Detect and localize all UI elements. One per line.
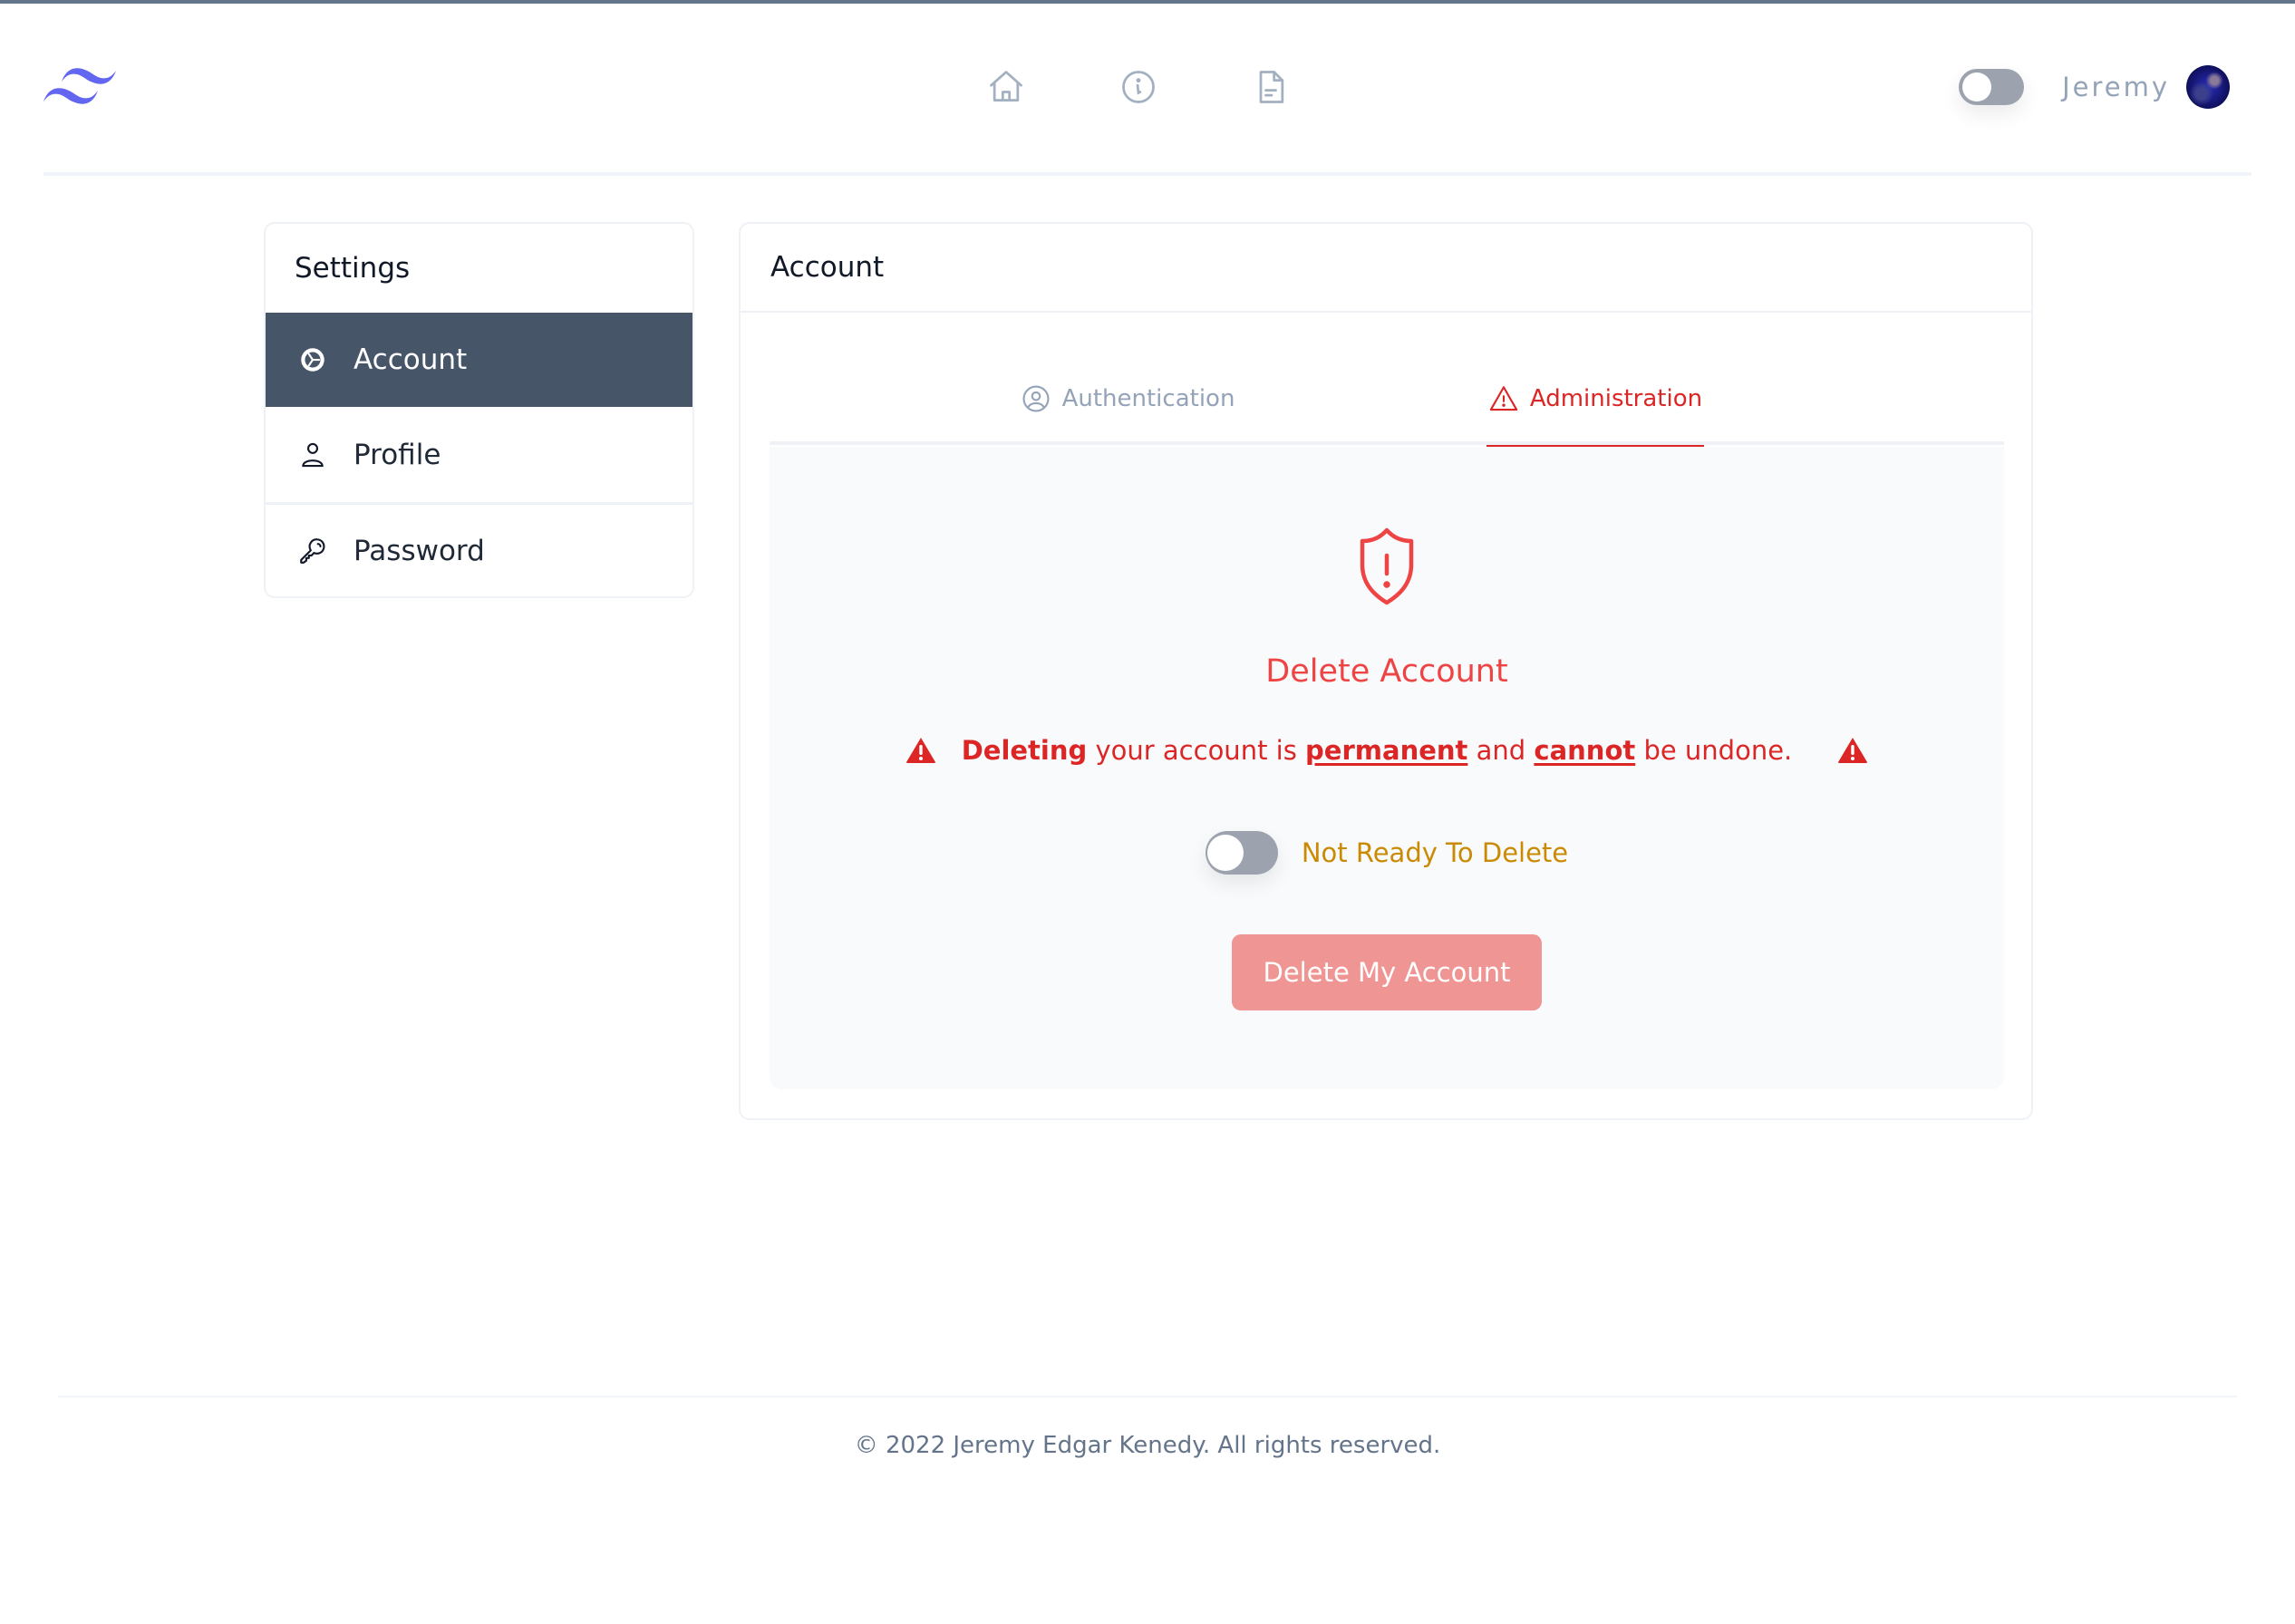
tab-label: Administration bbox=[1529, 385, 1703, 412]
warning-triangle-icon bbox=[905, 738, 935, 763]
sidebar-item-label: Password bbox=[353, 535, 485, 567]
theme-toggle[interactable] bbox=[1959, 69, 2025, 105]
key-icon bbox=[300, 538, 325, 564]
sidebar-item-password[interactable]: Password bbox=[266, 502, 692, 596]
username[interactable]: Jeremy bbox=[2062, 72, 2170, 102]
warning-strong: Deleting bbox=[961, 735, 1088, 766]
administration-panel: Delete Account Deleting your account is … bbox=[770, 447, 2004, 1089]
warning-icon bbox=[1489, 386, 1518, 411]
info-icon[interactable] bbox=[1118, 67, 1158, 107]
user-circle-icon bbox=[1022, 385, 1050, 412]
confirm-row: Not Ready To Delete bbox=[770, 831, 2004, 875]
warning-emphasis: cannot bbox=[1534, 735, 1636, 766]
warning-part: be undone. bbox=[1635, 735, 1793, 766]
shield-exclamation-icon bbox=[1360, 527, 1414, 605]
warning-triangle-icon bbox=[1838, 738, 1868, 763]
warning-part: and bbox=[1467, 735, 1535, 766]
sidebar-item-label: Account bbox=[353, 343, 468, 376]
tab-bar: Authentication Administration bbox=[770, 353, 2004, 449]
main-nav bbox=[986, 67, 1291, 107]
user-area: Jeremy bbox=[1959, 65, 2230, 109]
gear-icon bbox=[301, 348, 324, 372]
document-icon[interactable] bbox=[1251, 67, 1291, 107]
delete-my-account-button[interactable]: Delete My Account bbox=[1232, 934, 1542, 1010]
sidebar-item-account[interactable]: Account bbox=[266, 313, 692, 407]
account-card: Account Authentication Administration De… bbox=[739, 222, 2033, 1120]
home-icon[interactable] bbox=[986, 67, 1026, 107]
footer-divider bbox=[58, 1396, 2237, 1397]
warning-emphasis: permanent bbox=[1305, 735, 1468, 766]
user-icon bbox=[302, 442, 324, 467]
toggle-knob bbox=[1206, 835, 1244, 871]
warning-text: Deleting your account is permanent and c… bbox=[962, 735, 1793, 766]
settings-sidebar: Settings Account Profile Password bbox=[264, 222, 694, 598]
toggle-knob bbox=[1962, 72, 1992, 102]
avatar[interactable] bbox=[2186, 65, 2230, 109]
sidebar-item-profile[interactable]: Profile bbox=[266, 407, 692, 502]
header: Jeremy bbox=[44, 4, 2251, 176]
tab-administration[interactable]: Administration bbox=[1486, 353, 1704, 449]
delete-warning: Deleting your account is permanent and c… bbox=[770, 735, 2004, 766]
delete-account-heading: Delete Account bbox=[1265, 653, 1508, 690]
footer-copyright: © 2022 Jeremy Edgar Kenedy. All rights r… bbox=[854, 1432, 1441, 1459]
tab-authentication[interactable]: Authentication bbox=[1014, 353, 1241, 445]
tab-label: Authentication bbox=[1061, 385, 1235, 412]
sidebar-title: Settings bbox=[295, 252, 411, 285]
confirm-delete-toggle[interactable] bbox=[1205, 831, 1278, 875]
sidebar-item-label: Profile bbox=[353, 438, 441, 471]
card-title: Account bbox=[741, 224, 2031, 313]
confirm-toggle-label: Not Ready To Delete bbox=[1301, 837, 1569, 868]
logo-icon[interactable] bbox=[44, 63, 116, 109]
warning-part: your account is bbox=[1087, 735, 1306, 766]
